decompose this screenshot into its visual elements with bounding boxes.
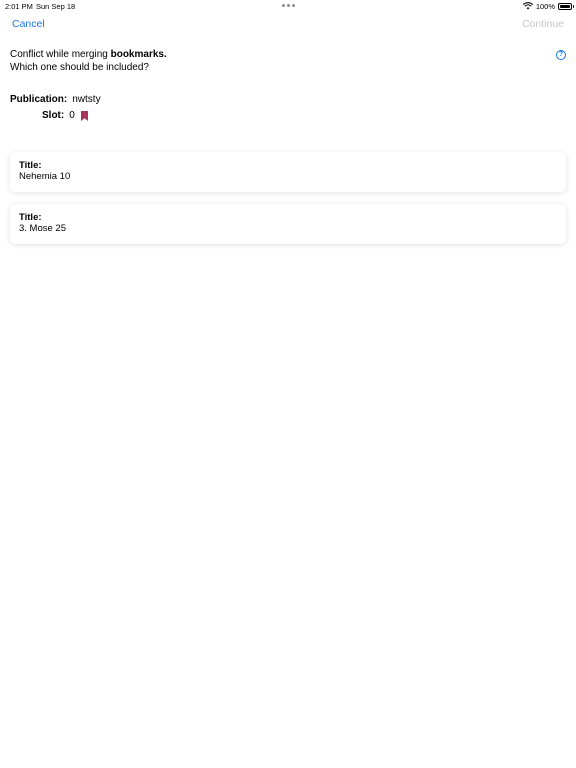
option-title-label: Title:	[19, 160, 42, 171]
slot-label: Slot:	[42, 110, 65, 121]
option-title-value: 3. Mose 25	[19, 223, 66, 234]
status-indicators: 100%	[522, 1, 574, 11]
battery-percent: 100%	[535, 1, 555, 11]
status-date: Sun Sep 18	[36, 2, 76, 11]
option-title-label: Title:	[19, 212, 42, 223]
option-title-value: Nehemia 10	[19, 171, 71, 182]
conflict-line-2: Which one should be included?	[10, 62, 149, 73]
publication-label: Publication:	[10, 94, 68, 105]
status-bar: 2:01 PM Sun Sep 18 100%	[0, 0, 576, 12]
conflict-message: Conflict while merging bookmarks. Which …	[10, 48, 167, 74]
help-icon[interactable]: ?	[556, 50, 566, 60]
continue-button[interactable]: Continue	[522, 18, 564, 30]
option-card-2[interactable]: Title: 3. Mose 25	[10, 204, 566, 244]
option-card-1[interactable]: Title: Nehemia 10	[10, 152, 566, 192]
publication-row: Publication: nwtsty	[10, 94, 101, 105]
bookmark-icon	[80, 110, 88, 121]
conflict-line-1: Conflict while merging bookmarks.	[10, 49, 167, 60]
wifi-icon	[522, 2, 533, 10]
status-time: 2:01 PM	[5, 2, 33, 11]
multitasking-dots-icon[interactable]	[282, 4, 295, 7]
conflict-type: bookmarks.	[110, 49, 167, 60]
slot-row: Slot: 0	[42, 110, 88, 121]
battery-icon	[558, 2, 574, 10]
publication-value: nwtsty	[72, 94, 101, 105]
slot-value: 0	[69, 110, 75, 121]
cancel-button[interactable]: Cancel	[12, 18, 45, 30]
